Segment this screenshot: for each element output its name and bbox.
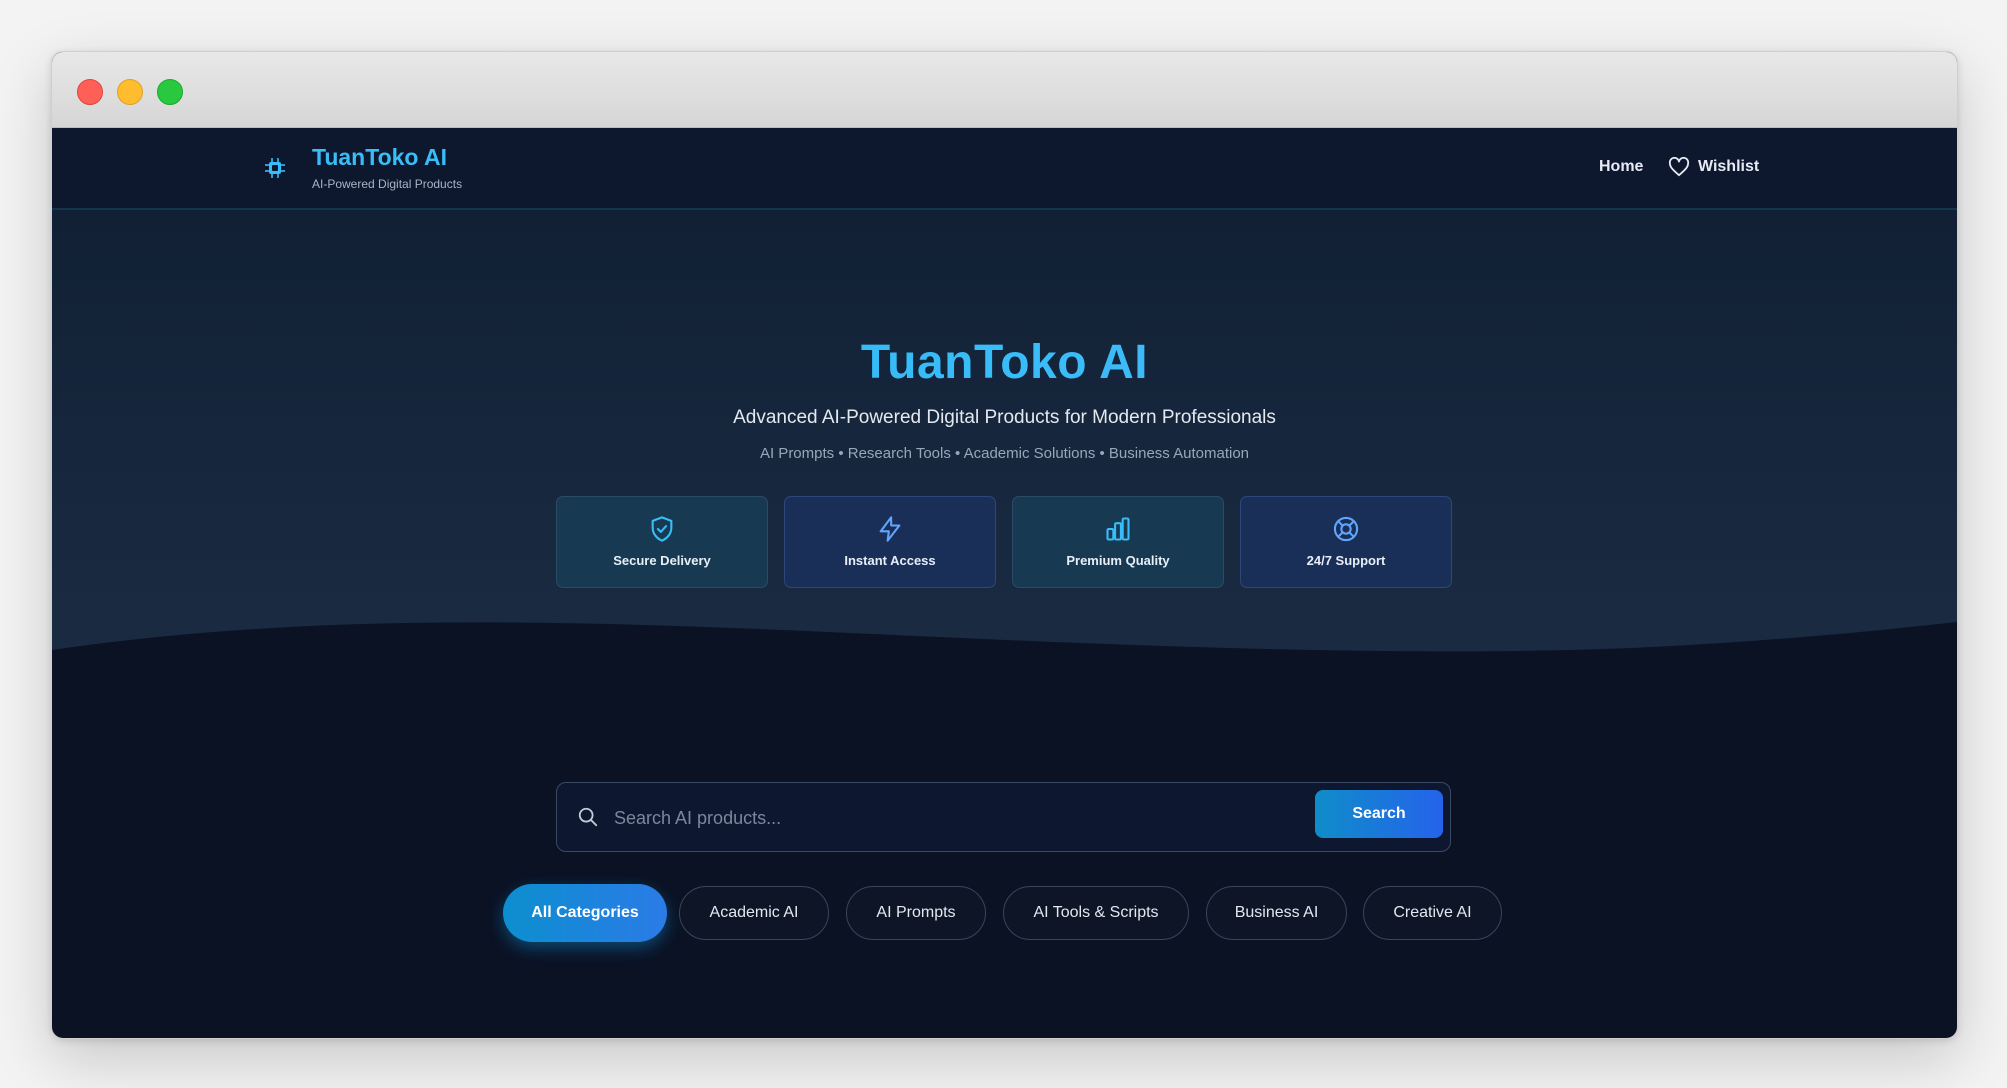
hero-tags: AI Prompts • Research Tools • Academic S… (759, 445, 1250, 462)
category-all[interactable]: All Categories (503, 884, 667, 942)
brand-logo-icon (265, 158, 285, 178)
brand-tagline: AI-Powered Digital Products (312, 177, 463, 191)
hero-section (52, 210, 1957, 670)
search-bar: Search (556, 782, 1451, 852)
top-navbar: TuanToko AI AI-Powered Digital Products … (52, 128, 1957, 210)
feature-label: Premium Quality (1066, 553, 1170, 568)
category-academic-ai[interactable]: Academic AI (679, 886, 829, 940)
feature-card-support: 24/7 Support (1240, 496, 1452, 588)
minimize-window-button[interactable] (117, 79, 143, 105)
heart-icon (1668, 157, 1690, 177)
hero-wave-divider (52, 622, 1957, 722)
feature-label: Secure Delivery (613, 553, 711, 568)
category-ai-prompts[interactable]: AI Prompts (846, 886, 986, 940)
shield-check-icon (651, 516, 673, 542)
category-ai-tools-scripts[interactable]: AI Tools & Scripts (1003, 886, 1189, 940)
search-icon (578, 807, 598, 827)
lightning-icon (879, 516, 901, 542)
maximize-window-button[interactable] (157, 79, 183, 105)
search-input[interactable] (612, 797, 1296, 839)
brand-name[interactable]: TuanToko AI (312, 144, 447, 171)
wishlist-label: Wishlist (1698, 158, 1760, 175)
hero-subtitle: Advanced AI-Powered Digital Products for… (733, 407, 1276, 428)
feature-card-instant-access: Instant Access (784, 496, 996, 588)
hero-title: TuanToko AI (52, 335, 1957, 390)
lifebuoy-icon (1333, 516, 1359, 542)
browser-window: TuanToko AI AI-Powered Digital Products … (51, 51, 1958, 1039)
window-titlebar (52, 52, 1957, 128)
feature-label: 24/7 Support (1306, 553, 1386, 568)
nav-wishlist-link[interactable]: Wishlist (1668, 156, 1759, 178)
feature-card-premium-quality: Premium Quality (1012, 496, 1224, 588)
search-button[interactable]: Search (1315, 790, 1443, 838)
feature-card-secure-delivery: Secure Delivery (556, 496, 768, 588)
feature-label: Instant Access (844, 553, 936, 568)
nav-home-link[interactable]: Home (1599, 158, 1643, 176)
bar-chart-icon (1106, 517, 1130, 541)
close-window-button[interactable] (77, 79, 103, 105)
category-creative-ai[interactable]: Creative AI (1363, 886, 1502, 940)
category-business-ai[interactable]: Business AI (1206, 886, 1347, 940)
